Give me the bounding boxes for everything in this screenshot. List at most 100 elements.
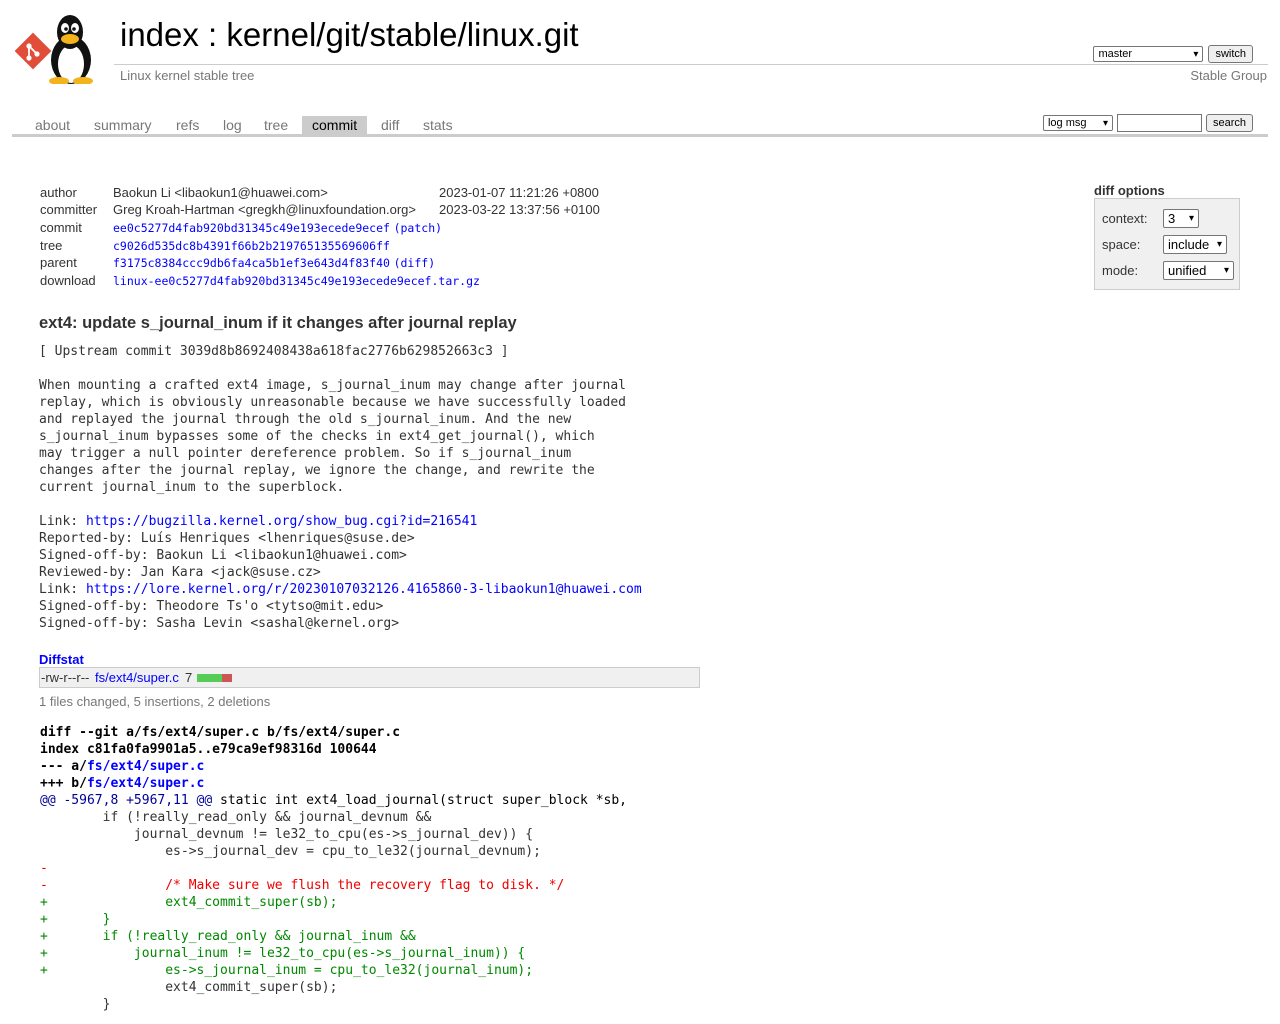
commit-hash-link[interactable]: ee0c5277d4fab920bd31345c49e193ecede9ecef bbox=[113, 221, 390, 235]
search-input[interactable] bbox=[1116, 114, 1202, 132]
author-label: author bbox=[40, 185, 77, 200]
parent-diff-link[interactable]: (diff) bbox=[394, 256, 436, 270]
file-mode: -rw-r--r-- bbox=[41, 670, 90, 685]
diff-view: diff --git a/fs/ext4/super.c b/fs/ext4/s… bbox=[40, 724, 627, 1013]
chevron-down-icon: ▾ bbox=[1223, 265, 1229, 276]
tab-log[interactable]: log bbox=[213, 116, 252, 134]
diff-context-line: } bbox=[40, 997, 111, 1012]
committer-row: committer Greg Kroah-Hartman <gregkh@linu… bbox=[40, 202, 416, 217]
tab-commit[interactable]: commit bbox=[302, 116, 368, 134]
diff-added-line: + ext4_commit_super(sb); bbox=[40, 895, 338, 910]
mode-select-value: unified bbox=[1168, 263, 1207, 278]
commit-row: commit ee0c5277d4fab920bd31345c49e193eced… bbox=[40, 220, 442, 235]
download-link[interactable]: linux-ee0c5277d4fab920bd31345c49e193eced… bbox=[113, 274, 480, 288]
page-title: index : kernel/git/stable/linux.git bbox=[120, 16, 579, 54]
branch-switch-form: master ▾ switch bbox=[1093, 45, 1253, 63]
bugzilla-link[interactable]: https://bugzilla.kernel.org/show_bug.cgi… bbox=[86, 514, 477, 529]
signed-off-line: Signed-off-by: Baokun Li <libaokun1@huaw… bbox=[39, 548, 407, 563]
reviewed-by-line: Reviewed-by: Jan Kara <jack@suse.cz> bbox=[39, 565, 321, 580]
diffstat-header-link[interactable]: Diffstat bbox=[39, 652, 84, 667]
diff-added-line: + journal_inum != le32_to_cpu(es->s_jour… bbox=[40, 946, 526, 961]
new-file-link[interactable]: fs/ext4/super.c bbox=[87, 776, 204, 791]
diff-options-title: diff options bbox=[1094, 183, 1165, 198]
author-row: author Baokun Li <libaokun1@huawei.com> bbox=[40, 185, 328, 200]
diff-context-line: if (!really_read_only && journal_devnum … bbox=[40, 810, 432, 825]
repo-owner[interactable]: Stable Group bbox=[1190, 68, 1267, 83]
branch-select[interactable]: master ▾ bbox=[1093, 46, 1204, 62]
switch-button[interactable]: switch bbox=[1208, 45, 1253, 63]
diff-index-line: index c81fa0fa9901a5..e79ca9ef98316d 100… bbox=[40, 742, 377, 757]
index-link[interactable]: index bbox=[120, 16, 199, 53]
space-select-value: include bbox=[1168, 237, 1210, 252]
search-mode-value: log msg bbox=[1047, 117, 1087, 129]
tree-row: tree c9026d535dc8b4391f66b2b2197651355696… bbox=[40, 238, 390, 253]
reported-by-line: Reported-by: Luís Henriques <lhenriques@… bbox=[39, 531, 415, 546]
git-diamond-icon bbox=[14, 32, 52, 70]
branch-select-value: master bbox=[1098, 48, 1133, 60]
search-button[interactable]: search bbox=[1205, 114, 1253, 132]
upstream-line: [ Upstream commit 3039d8b8692408438a618f… bbox=[39, 344, 509, 359]
link-line-2: Link: https://lore.kernel.org/r/20230107… bbox=[39, 582, 642, 597]
tux-penguin-icon bbox=[49, 15, 93, 84]
signed-off-line: Signed-off-by: Sasha Levin <sashal@kerne… bbox=[39, 616, 400, 631]
search-mode-select[interactable]: log msg ▾ bbox=[1042, 115, 1113, 131]
parent-row: parent f3175c8384ccc9db6fa4ca5b1ef3e643d4… bbox=[40, 255, 435, 270]
diff-options-panel: context: 3 ▾ space: include ▾ mode: unif… bbox=[1094, 198, 1240, 290]
diff-old-file-line: --- a/fs/ext4/super.c bbox=[40, 759, 205, 774]
header-divider bbox=[114, 64, 1268, 65]
cgit-tux-logo[interactable] bbox=[14, 12, 110, 84]
parent-label: parent bbox=[40, 255, 77, 270]
diff-removed-line: - bbox=[40, 861, 48, 876]
tab-stats[interactable]: stats bbox=[413, 116, 463, 134]
author-value: Baokun Li <libaokun1@huawei.com> bbox=[113, 185, 328, 200]
space-label: space: bbox=[1102, 237, 1141, 252]
diff-git-line: diff --git a/fs/ext4/super.c b/fs/ext4/s… bbox=[40, 725, 401, 740]
chevron-down-icon: ▾ bbox=[1193, 48, 1199, 60]
diff-removed-line: - /* Make sure we flush the recovery fla… bbox=[40, 878, 565, 893]
tree-hash-link[interactable]: c9026d535dc8b4391f66b2b219765135569606ff bbox=[113, 239, 390, 253]
download-row: download linux-ee0c5277d4fab920bd31345c49… bbox=[40, 273, 480, 288]
signed-off-line: Signed-off-by: Theodore Ts'o <tytso@mit.… bbox=[39, 599, 384, 614]
diff-added-line: + es->s_journal_inum = cpu_to_le32(journ… bbox=[40, 963, 534, 978]
lore-link[interactable]: https://lore.kernel.org/r/20230107032126… bbox=[86, 582, 642, 597]
tab-diff[interactable]: diff bbox=[371, 116, 409, 134]
download-label: download bbox=[40, 273, 96, 288]
diff-added-line: + if (!really_read_only && journal_inum … bbox=[40, 929, 416, 944]
diff-added-line: + } bbox=[40, 912, 111, 927]
message-body: When mounting a crafted ext4 image, s_jo… bbox=[39, 378, 626, 495]
context-select[interactable]: 3 ▾ bbox=[1163, 209, 1199, 228]
tab-summary[interactable]: summary bbox=[84, 116, 162, 134]
tab-tree[interactable]: tree bbox=[254, 116, 298, 134]
committer-label: committer bbox=[40, 202, 98, 217]
commit-message: [ Upstream commit 3039d8b8692408438a618f… bbox=[39, 343, 642, 632]
commit-label: commit bbox=[40, 220, 82, 235]
context-label: context: bbox=[1102, 211, 1148, 226]
tree-label: tree bbox=[40, 238, 63, 253]
title-separator: : bbox=[198, 16, 227, 53]
repo-description: Linux kernel stable tree bbox=[120, 68, 255, 83]
diffstat-file-link[interactable]: fs/ext4/super.c bbox=[95, 670, 179, 685]
committer-date: 2023-03-22 13:37:56 +0100 bbox=[439, 202, 600, 217]
diff-new-file-line: +++ b/fs/ext4/super.c bbox=[40, 776, 205, 791]
insertions-bar bbox=[197, 674, 222, 682]
parent-hash-link[interactable]: f3175c8384ccc9db6fa4ca5b1ef3e643d4f83f40 bbox=[113, 256, 390, 270]
committer-value: Greg Kroah-Hartman <gregkh@linuxfoundati… bbox=[113, 202, 416, 217]
change-count: 7 bbox=[185, 670, 193, 685]
diff-context-line: es->s_journal_dev = cpu_to_le32(journal_… bbox=[40, 844, 541, 859]
space-select[interactable]: include ▾ bbox=[1163, 235, 1227, 254]
chevron-down-icon: ▾ bbox=[1188, 213, 1194, 224]
commit-subject: ext4: update s_journal_inum if it change… bbox=[39, 314, 517, 332]
diff-lines: if (!really_read_only && journal_devnum … bbox=[40, 809, 627, 1013]
chevron-down-icon: ▾ bbox=[1102, 117, 1108, 129]
diff-context-line: ext4_commit_super(sb); bbox=[40, 980, 338, 995]
chevron-down-icon: ▾ bbox=[1216, 239, 1222, 250]
tab-about[interactable]: about bbox=[25, 116, 80, 134]
diffstat-table: -rw-r--r-- fs/ext4/super.c 7 bbox=[39, 667, 700, 688]
old-file-link[interactable]: fs/ext4/super.c bbox=[87, 759, 204, 774]
diffstat-summary: 1 files changed, 5 insertions, 2 deletio… bbox=[39, 694, 271, 709]
mode-select[interactable]: unified ▾ bbox=[1163, 261, 1234, 280]
repo-link[interactable]: kernel/git/stable/linux.git bbox=[226, 16, 578, 53]
author-date: 2023-01-07 11:21:26 +0800 bbox=[439, 185, 599, 200]
tab-refs[interactable]: refs bbox=[166, 116, 209, 134]
patch-link[interactable]: (patch) bbox=[394, 221, 442, 235]
